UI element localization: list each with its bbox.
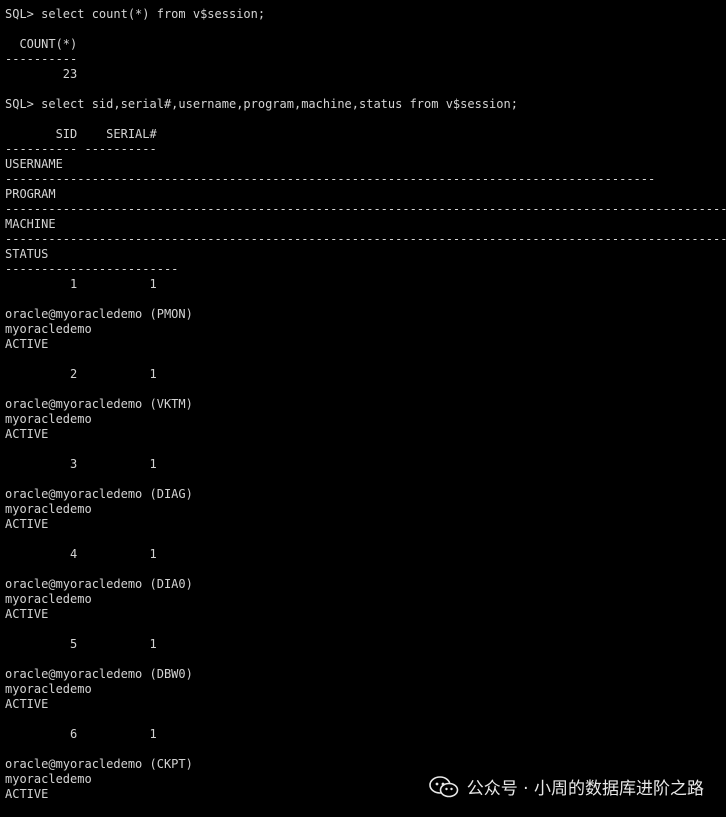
terminal-output[interactable]: SQL> select count(*) from v$session; COU…	[0, 0, 726, 817]
terminal-line-34: ACTIVE	[5, 517, 49, 531]
terminal-line-32: oracle@myoracledemo (DIAG)	[5, 487, 193, 501]
terminal-line-17: ------------------------	[5, 262, 179, 276]
terminal-line-44: oracle@myoracledemo (DBW0)	[5, 667, 193, 681]
terminal-line-19	[5, 292, 726, 307]
wechat-icon	[428, 775, 459, 797]
terminal-line-22: ACTIVE	[5, 337, 49, 351]
terminal-line-9: ---------- ----------	[5, 142, 157, 156]
terminal-line-13: ----------------------------------------…	[5, 202, 726, 216]
terminal-line-12: PROGRAM	[5, 187, 56, 201]
terminal-line-25	[5, 382, 726, 397]
terminal-line-27: myoracledemo	[5, 412, 92, 426]
terminal-line-11: ----------------------------------------…	[5, 172, 656, 186]
terminal-line-28: ACTIVE	[5, 427, 49, 441]
terminal-line-1	[5, 22, 726, 37]
terminal-line-8: SID SERIAL#	[5, 127, 157, 141]
terminal-line-16: STATUS	[5, 247, 49, 261]
terminal-line-37	[5, 562, 726, 577]
terminal-line-46: ACTIVE	[5, 697, 49, 711]
terminal-line-45: myoracledemo	[5, 682, 92, 696]
watermark: 公众号 · 小周的数据库进阶之路	[428, 774, 704, 799]
terminal-line-14: MACHINE	[5, 217, 56, 231]
terminal-line-6: SQL> select sid,serial#,username,program…	[5, 97, 518, 111]
terminal-line-39: myoracledemo	[5, 592, 92, 606]
terminal-line-40: ACTIVE	[5, 607, 49, 621]
terminal-line-33: myoracledemo	[5, 502, 92, 516]
terminal-line-3: ----------	[5, 52, 78, 66]
terminal-line-42: 5 1	[5, 637, 157, 651]
terminal-line-10: USERNAME	[5, 157, 63, 171]
terminal-line-15: ----------------------------------------…	[5, 232, 726, 246]
terminal-line-23	[5, 352, 726, 367]
terminal-line-41	[5, 622, 726, 637]
terminal-line-7	[5, 112, 726, 127]
terminal-line-50: oracle@myoracledemo (CKPT)	[5, 757, 193, 771]
terminal-line-2: COUNT(*)	[5, 37, 78, 51]
terminal-line-24: 2 1	[5, 367, 157, 381]
terminal-line-48: 6 1	[5, 727, 157, 741]
terminal-line-35	[5, 532, 726, 547]
terminal-line-47	[5, 712, 726, 727]
terminal-line-29	[5, 442, 726, 457]
terminal-line-30: 3 1	[5, 457, 157, 471]
terminal-line-21: myoracledemo	[5, 322, 92, 336]
terminal-line-0: SQL> select count(*) from v$session;	[5, 7, 266, 21]
terminal-line-5	[5, 82, 726, 97]
terminal-line-26: oracle@myoracledemo (VKTM)	[5, 397, 193, 411]
terminal-line-36: 4 1	[5, 547, 157, 561]
terminal-line-49	[5, 742, 726, 757]
terminal-line-31	[5, 472, 726, 487]
terminal-line-20: oracle@myoracledemo (PMON)	[5, 307, 193, 321]
watermark-text: 公众号 · 小周的数据库进阶之路	[466, 779, 704, 799]
terminal-line-18: 1 1	[5, 277, 157, 291]
terminal-line-4: 23	[5, 67, 78, 81]
terminal-line-38: oracle@myoracledemo (DIA0)	[5, 577, 193, 591]
terminal-line-43	[5, 652, 726, 667]
